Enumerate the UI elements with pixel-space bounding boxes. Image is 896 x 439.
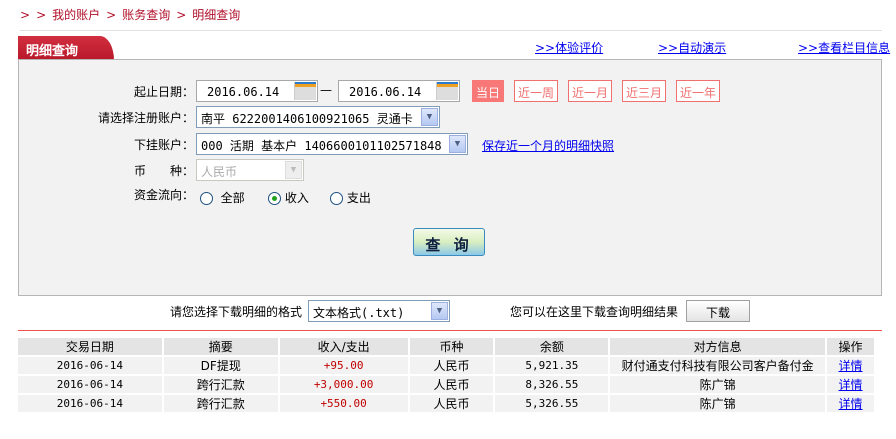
header-balance: 余额: [494, 338, 611, 356]
table-row: 2016-06-14 跨行汇款 +550.00 人民币 5,326.55 陈广锦…: [18, 393, 876, 412]
breadcrumb-my-account[interactable]: 我的账户: [52, 8, 100, 22]
currency-value: 人民币: [201, 165, 238, 179]
breadcrumb-sep: >: [36, 8, 47, 22]
cell-action: 详情: [826, 374, 876, 394]
download-hint: 您可以在这里下载查询明细结果: [510, 305, 679, 319]
cell-amount: +95.00: [278, 355, 410, 375]
cell-counterparty: 陈广锦: [609, 374, 828, 394]
format-value: 文本格式(.txt): [313, 306, 405, 320]
sub-account-value: 000 活期 基本户 1406600101102571848: [201, 139, 442, 153]
cell-action: 详情: [826, 355, 876, 375]
chevron-down-icon[interactable]: ▼: [449, 135, 466, 153]
table-header: 交易日期 摘要 收入/支出 币种 余额 对方信息 操作: [18, 338, 876, 356]
flow-all-label: 全部: [220, 191, 245, 205]
breadcrumb-sep: >: [20, 8, 31, 22]
cell-currency: 人民币: [408, 393, 496, 412]
link-feedback[interactable]: >>体验评价: [535, 39, 603, 56]
divider: [20, 30, 882, 31]
range-today-button[interactable]: 当日: [472, 80, 504, 102]
radio-icon[interactable]: [330, 192, 343, 205]
range-week-button[interactable]: 近一周: [514, 80, 558, 102]
flow-income-radio[interactable]: 收入: [268, 189, 309, 206]
cell-balance: 5,326.55: [494, 393, 611, 412]
end-date-value: 2016.06.14: [349, 85, 422, 99]
sub-account-select[interactable]: 000 活期 基本户 1406600101102571848 ▼: [196, 133, 468, 155]
radio-checked-icon[interactable]: [268, 192, 281, 205]
format-select[interactable]: 文本格式(.txt) ▼: [308, 300, 450, 322]
flow-expense-radio[interactable]: 支出: [330, 189, 371, 206]
breadcrumb-sep: >: [176, 8, 187, 22]
flow-all-radio[interactable]: 全部: [200, 189, 245, 206]
detail-link[interactable]: 详情: [839, 359, 863, 373]
cell-summary: 跨行汇款: [162, 393, 280, 412]
snapshot-link[interactable]: 保存近一个月的明细快照: [482, 137, 614, 154]
calendar-icon[interactable]: [436, 82, 458, 100]
cell-action: 详情: [826, 393, 876, 412]
cell-summary: DF提现: [162, 355, 280, 375]
transactions-table: 交易日期 摘要 收入/支出 币种 余额 对方信息 操作 2016-06-14 D…: [18, 338, 876, 412]
header-summary: 摘要: [162, 338, 280, 356]
cell-summary: 跨行汇款: [162, 374, 280, 394]
search-button[interactable]: 查 询: [413, 228, 485, 256]
start-date-input[interactable]: 2016.06.14: [196, 80, 318, 102]
cell-date: 2016-06-14: [18, 374, 164, 394]
date-dash: —: [320, 83, 332, 97]
breadcrumb-account-query[interactable]: 账务查询: [122, 8, 170, 22]
download-button[interactable]: 下载: [686, 300, 750, 322]
header-date: 交易日期: [18, 338, 164, 356]
start-date-value: 2016.06.14: [207, 85, 280, 99]
breadcrumb: > > 我的账户 > 账务查询 > 明细查询: [20, 6, 246, 23]
header-action: 操作: [826, 338, 876, 356]
cell-balance: 8,326.55: [494, 374, 611, 394]
link-auto-demo[interactable]: >>自动演示: [658, 39, 726, 56]
cell-currency: 人民币: [408, 374, 496, 394]
currency-select: 人民币 ▼: [196, 159, 304, 181]
cell-amount: +550.00: [278, 393, 410, 412]
radio-icon[interactable]: [200, 192, 213, 205]
detail-link[interactable]: 详情: [839, 397, 863, 411]
sub-account-label: 下挂账户：: [133, 138, 194, 152]
chevron-down-icon[interactable]: ▼: [431, 302, 448, 320]
header-amount: 收入/支出: [278, 338, 410, 356]
currency-label: 币 种：: [133, 164, 194, 178]
table-row: 2016-06-14 跨行汇款 +3,000.00 人民币 8,326.55 陈…: [18, 374, 876, 394]
cell-counterparty: 陈广锦: [609, 393, 828, 412]
date-label: 起止日期：: [133, 85, 194, 99]
reg-account-label: 请选择注册账户：: [97, 111, 194, 125]
flow-label: 资金流向：: [133, 188, 194, 202]
calendar-icon[interactable]: [294, 82, 316, 100]
detail-link[interactable]: 详情: [839, 378, 863, 392]
tab-detail-query[interactable]: 明细查询: [18, 36, 114, 60]
cell-balance: 5,921.35: [494, 355, 611, 375]
header-currency: 币种: [408, 338, 496, 356]
cell-amount: +3,000.00: [278, 374, 410, 394]
header-counterparty: 对方信息: [609, 338, 828, 356]
reg-account-select[interactable]: 南平 6222001406100921065 灵通卡 ▼: [196, 106, 440, 128]
divider: [18, 330, 882, 331]
cell-date: 2016-06-14: [18, 393, 164, 412]
breadcrumb-detail-query: 明细查询: [192, 8, 241, 22]
cell-counterparty: 财付通支付科技有限公司客户备付金: [609, 355, 828, 375]
chevron-down-icon[interactable]: ▼: [421, 108, 438, 126]
range-year-button[interactable]: 近一年: [676, 80, 720, 102]
range-3month-button[interactable]: 近三月: [622, 80, 666, 102]
reg-account-value: 南平 6222001406100921065 灵通卡: [201, 112, 413, 126]
cell-currency: 人民币: [408, 355, 496, 375]
flow-expense-label: 支出: [346, 191, 371, 205]
table-row: 2016-06-14 DF提现 +95.00 人民币 5,921.35 财付通支…: [18, 355, 876, 375]
end-date-input[interactable]: 2016.06.14: [338, 80, 460, 102]
breadcrumb-sep: >: [106, 8, 117, 22]
range-month-button[interactable]: 近一月: [568, 80, 612, 102]
link-column-info[interactable]: >>查看栏目信息: [798, 39, 890, 56]
chevron-down-icon: ▼: [285, 161, 302, 179]
cell-date: 2016-06-14: [18, 355, 164, 375]
format-label: 请您选择下载明细的格式: [170, 305, 303, 319]
flow-income-label: 收入: [284, 191, 309, 205]
